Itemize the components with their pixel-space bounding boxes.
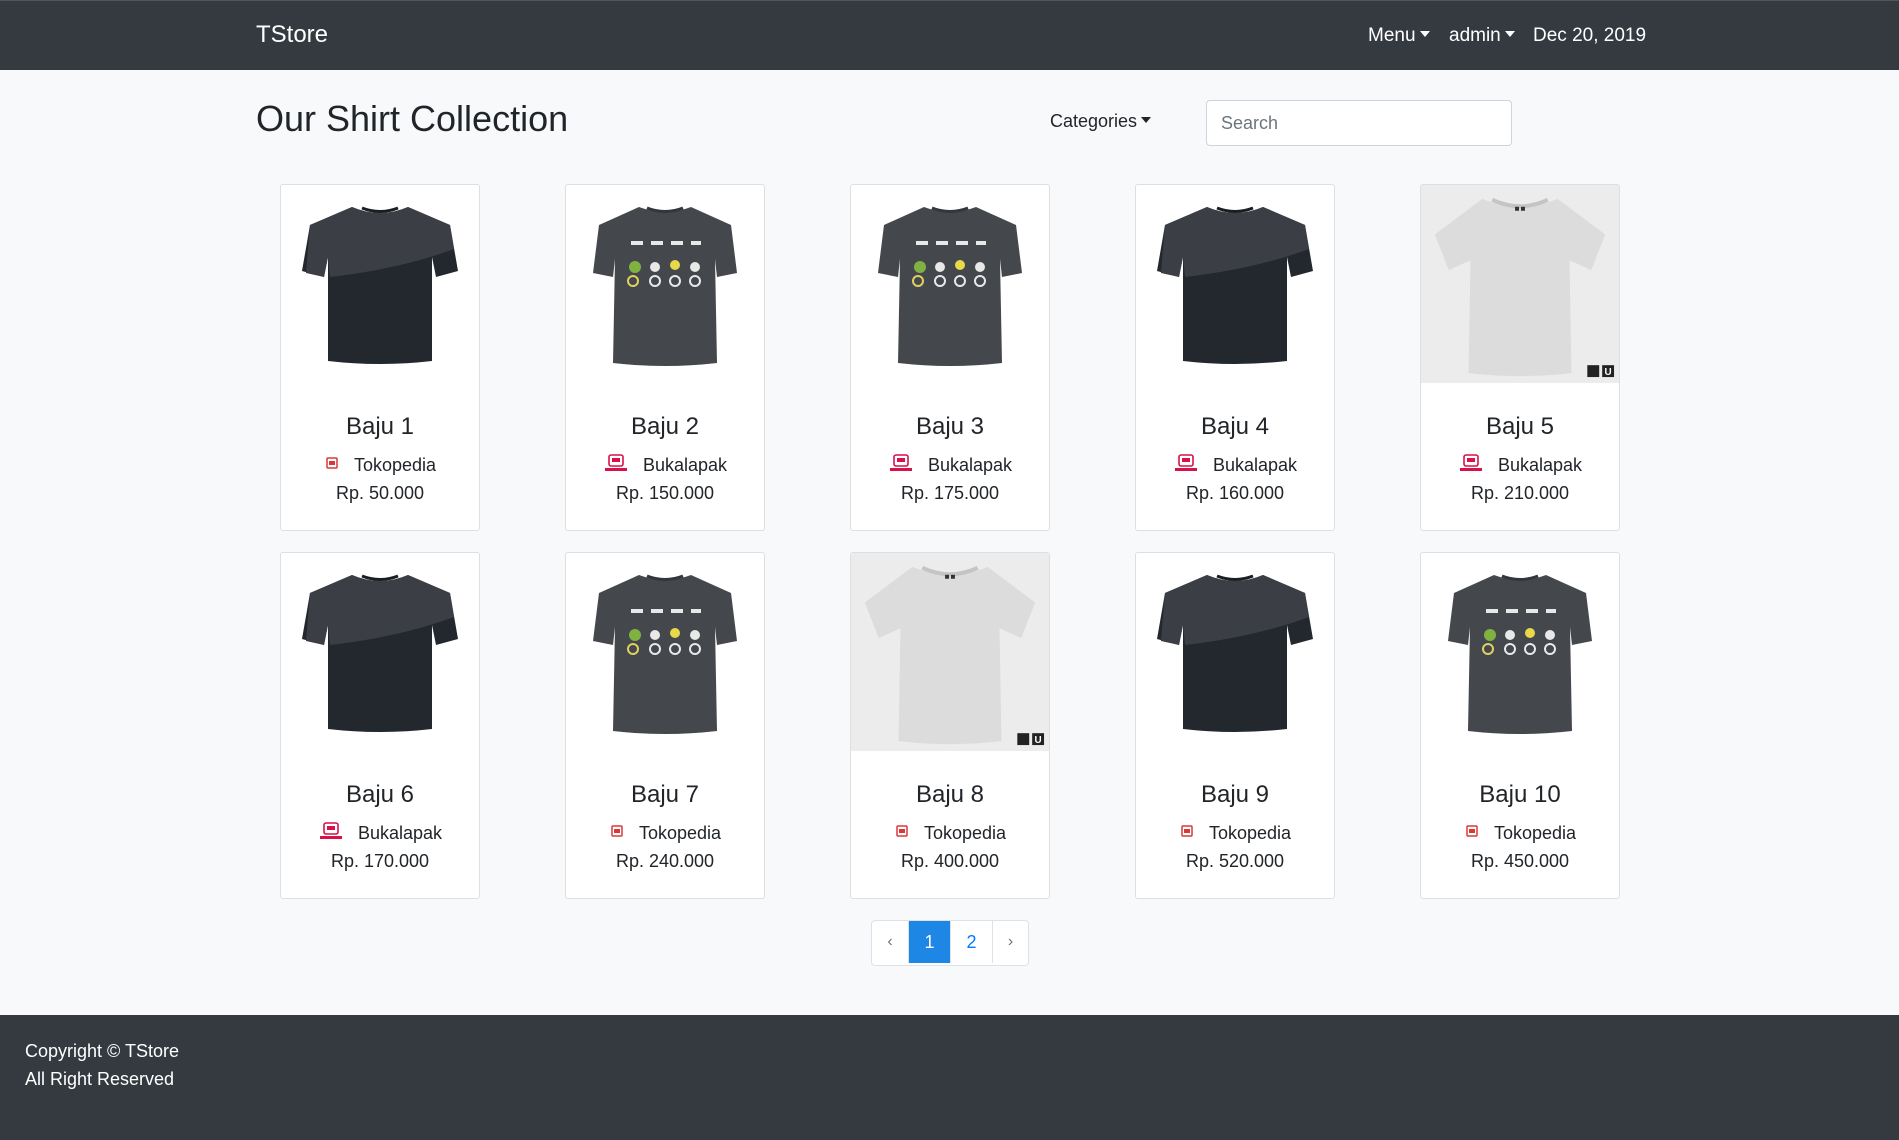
- tokopedia-logo-icon: [1464, 823, 1480, 839]
- store-name: Bukalapak: [642, 455, 728, 475]
- bukalapak-logo-icon: [318, 822, 344, 840]
- product-price: Rp. 50.000: [335, 483, 425, 503]
- product-price: Rp. 240.000: [615, 851, 715, 871]
- bukalapak-logo-icon: [1458, 454, 1484, 472]
- store-info: Tokopedia: [851, 823, 1049, 844]
- product-card[interactable]: Baju 2 Bukalapak Rp. 150.000: [565, 184, 765, 531]
- store-info: Bukalapak: [851, 455, 1049, 476]
- page-1-button[interactable]: 1: [908, 921, 950, 963]
- tokopedia-logo-icon: [894, 823, 910, 839]
- product-title[interactable]: Baju 7: [566, 781, 764, 809]
- dark-panel-tshirt-image[interactable]: [281, 553, 479, 751]
- product-title[interactable]: Baju 5: [1421, 413, 1619, 441]
- graphic-tshirt-image[interactable]: [566, 553, 764, 751]
- caret-down-icon: [1141, 117, 1152, 124]
- categories-dropdown-label: Categories: [1050, 111, 1138, 131]
- grey-tshirt-image[interactable]: [1421, 185, 1619, 383]
- menu-dropdown[interactable]: Menu: [1368, 25, 1430, 47]
- caret-down-icon: [1504, 30, 1515, 37]
- product-title[interactable]: Baju 8: [851, 781, 1049, 809]
- user-dropdown[interactable]: admin: [1449, 25, 1515, 47]
- store-name: Tokopedia: [923, 823, 1007, 843]
- dark-panel-tshirt-image[interactable]: [1136, 553, 1334, 751]
- product-price: Rp. 170.000: [330, 851, 430, 871]
- store-name: Tokopedia: [353, 455, 437, 475]
- product-title[interactable]: Baju 1: [281, 413, 479, 441]
- store-name: Bukalapak: [1212, 455, 1298, 475]
- product-title[interactable]: Baju 2: [566, 413, 764, 441]
- tokopedia-logo-icon: [324, 455, 340, 471]
- product-title[interactable]: Baju 3: [851, 413, 1049, 441]
- product-card[interactable]: Baju 3 Bukalapak Rp. 175.000: [850, 184, 1050, 531]
- pagination: ‹ 1 2 ›: [871, 920, 1029, 966]
- graphic-tshirt-image[interactable]: [566, 185, 764, 383]
- current-date: Dec 20, 2019: [1533, 25, 1647, 46]
- categories-dropdown[interactable]: Categories: [1050, 111, 1152, 132]
- store-name: Bukalapak: [927, 455, 1013, 475]
- product-card[interactable]: Baju 9 Tokopedia Rp. 520.000: [1135, 552, 1335, 899]
- product-card[interactable]: Baju 1 Tokopedia Rp. 50.000: [280, 184, 480, 531]
- menu-dropdown-label: Menu: [1368, 25, 1416, 46]
- store-info: Tokopedia: [1136, 823, 1334, 844]
- graphic-tshirt-image[interactable]: [1421, 553, 1619, 751]
- product-title[interactable]: Baju 10: [1421, 781, 1619, 809]
- product-card[interactable]: Baju 8 Tokopedia Rp. 400.000: [850, 552, 1050, 899]
- product-card[interactable]: Baju 7 Tokopedia Rp. 240.000: [565, 552, 765, 899]
- user-dropdown-label: admin: [1449, 25, 1501, 46]
- product-card[interactable]: Baju 6 Bukalapak Rp. 170.000: [280, 552, 480, 899]
- store-name: Tokopedia: [1208, 823, 1292, 843]
- store-info: Bukalapak: [281, 823, 479, 844]
- next-page-button[interactable]: ›: [992, 921, 1028, 963]
- footer: Copyright © TStore All Right Reserved: [0, 1015, 1899, 1140]
- copyright-text: Copyright © TStore: [25, 1041, 179, 1061]
- product-price: Rp. 175.000: [900, 483, 1000, 503]
- search-input[interactable]: [1206, 100, 1512, 146]
- bukalapak-logo-icon: [1173, 454, 1199, 472]
- store-name: Tokopedia: [638, 823, 722, 843]
- product-card[interactable]: Baju 5 Bukalapak Rp. 210.000: [1420, 184, 1620, 531]
- rights-text: All Right Reserved: [25, 1069, 175, 1089]
- caret-down-icon: [1419, 30, 1430, 37]
- product-price: Rp. 210.000: [1470, 483, 1570, 503]
- dark-panel-tshirt-image[interactable]: [1136, 185, 1334, 383]
- prev-page-button[interactable]: ‹: [872, 921, 908, 963]
- product-title[interactable]: Baju 4: [1136, 413, 1334, 441]
- product-price: Rp. 450.000: [1470, 851, 1570, 871]
- grey-tshirt-image[interactable]: [851, 553, 1049, 751]
- store-info: Tokopedia: [566, 823, 764, 844]
- bukalapak-logo-icon: [603, 454, 629, 472]
- page-2-button[interactable]: 2: [950, 921, 992, 963]
- product-price: Rp. 150.000: [615, 483, 715, 503]
- tokopedia-logo-icon: [609, 823, 625, 839]
- store-info: Tokopedia: [1421, 823, 1619, 844]
- store-name: Tokopedia: [1493, 823, 1577, 843]
- product-price: Rp. 160.000: [1185, 483, 1285, 503]
- store-info: Bukalapak: [1136, 455, 1334, 476]
- product-title[interactable]: Baju 9: [1136, 781, 1334, 809]
- product-title[interactable]: Baju 6: [281, 781, 479, 809]
- store-name: Bukalapak: [1497, 455, 1583, 475]
- product-card[interactable]: Baju 10 Tokopedia Rp. 450.000: [1420, 552, 1620, 899]
- dark-panel-tshirt-image[interactable]: [281, 185, 479, 383]
- graphic-tshirt-image[interactable]: [851, 185, 1049, 383]
- store-info: Bukalapak: [566, 455, 764, 476]
- store-info: Tokopedia: [281, 455, 479, 476]
- store-info: Bukalapak: [1421, 455, 1619, 476]
- page-title: Our Shirt Collection: [256, 98, 569, 139]
- product-price: Rp. 400.000: [900, 851, 1000, 871]
- top-navbar: TStore Menu admin Dec 20, 2019: [0, 0, 1899, 70]
- product-card[interactable]: Baju 4 Bukalapak Rp. 160.000: [1135, 184, 1335, 531]
- tokopedia-logo-icon: [1179, 823, 1195, 839]
- product-price: Rp. 520.000: [1185, 851, 1285, 871]
- bukalapak-logo-icon: [888, 454, 914, 472]
- store-name: Bukalapak: [357, 823, 443, 843]
- brand-logo[interactable]: TStore: [256, 21, 328, 49]
